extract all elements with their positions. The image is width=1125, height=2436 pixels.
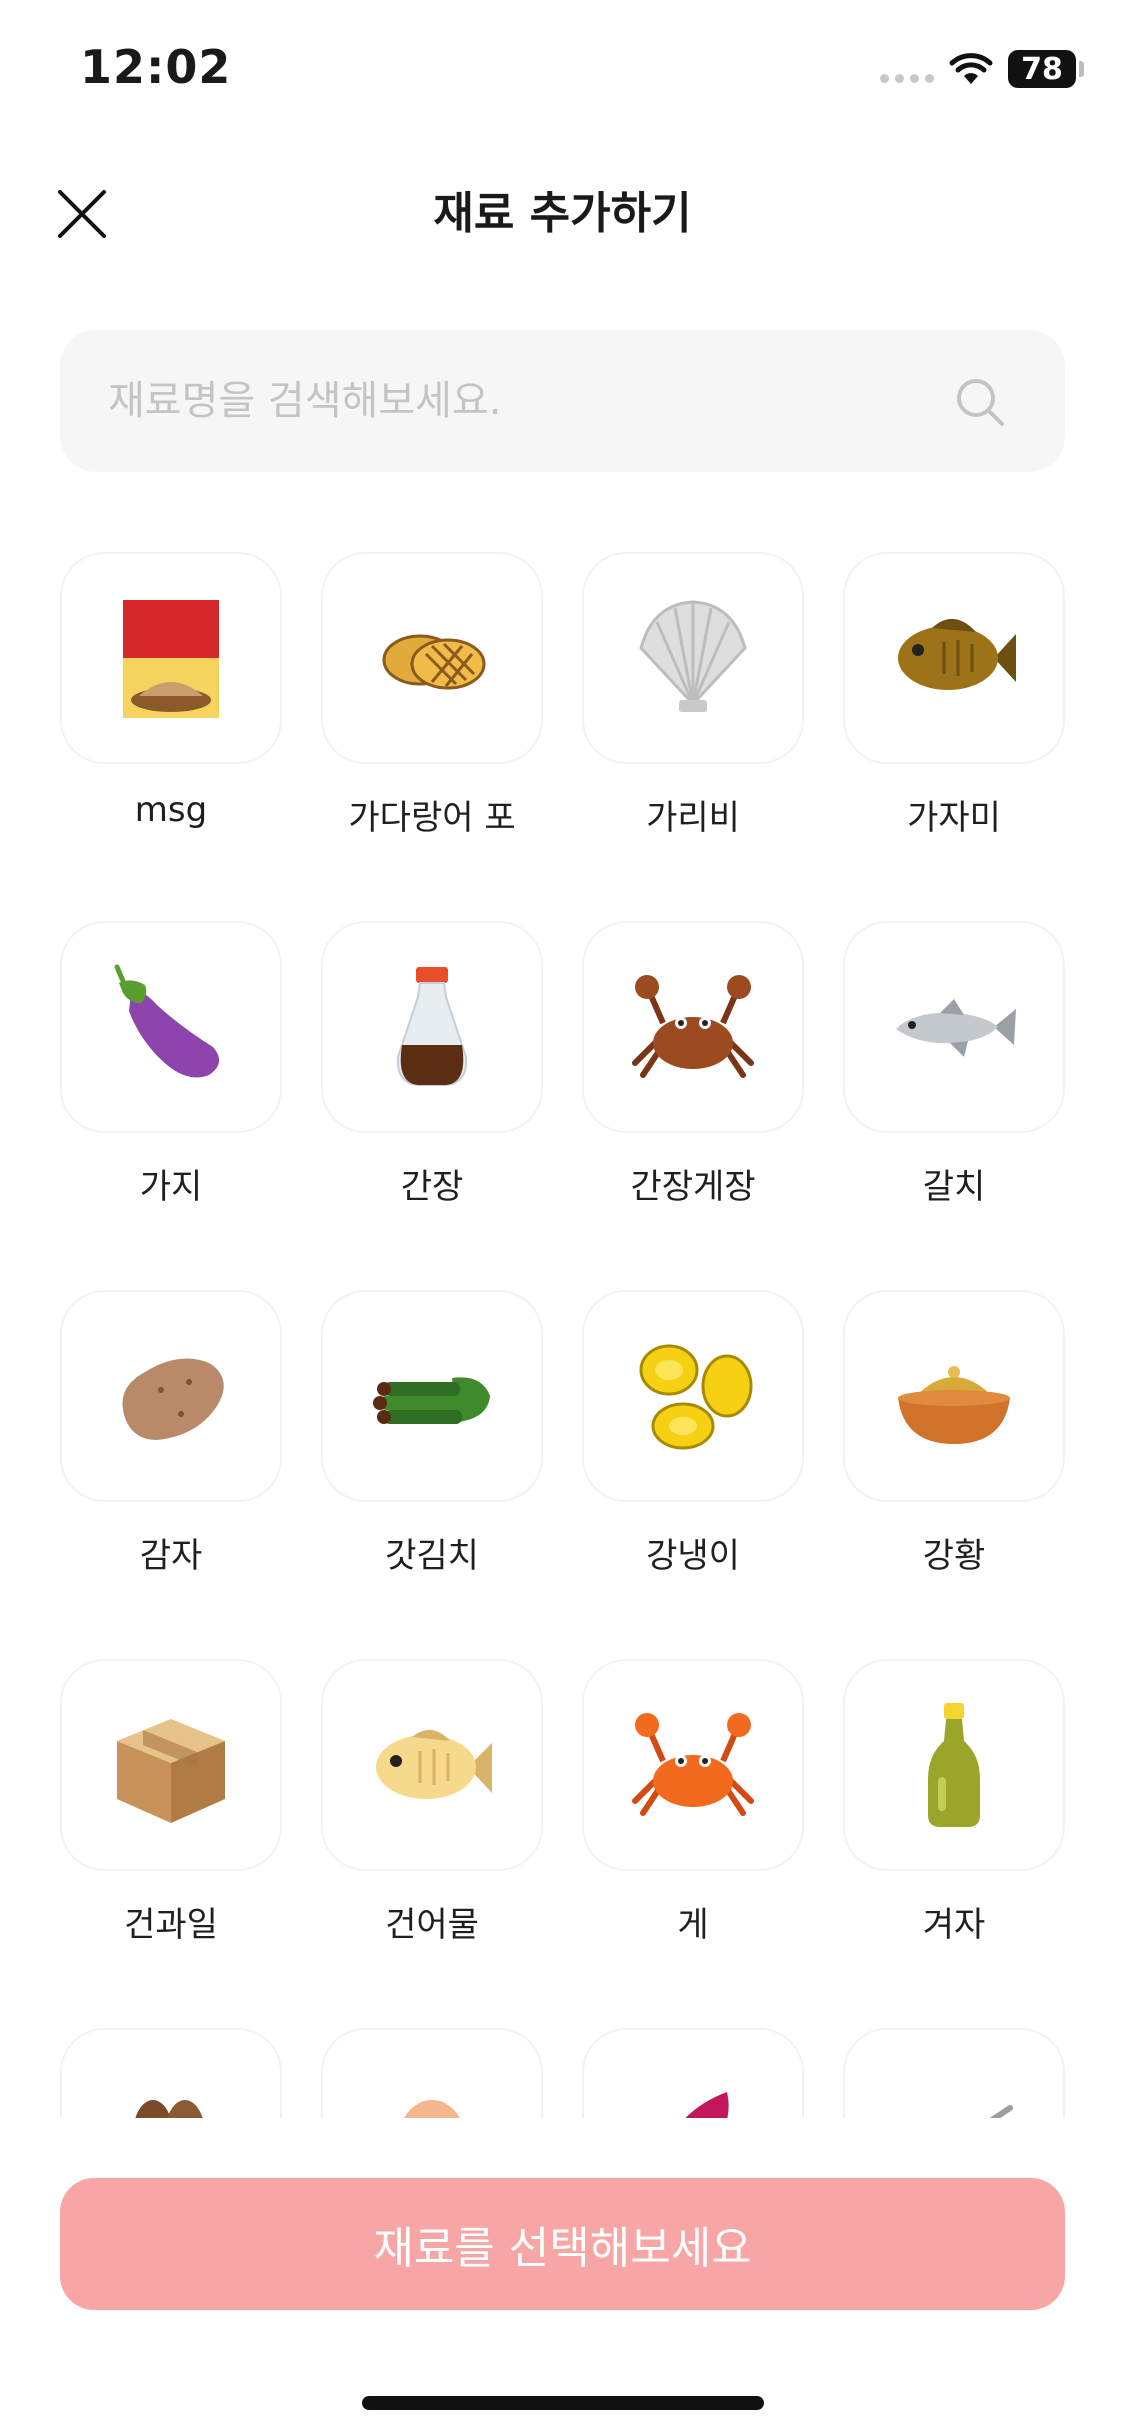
ingredient-label: 게 xyxy=(677,1905,709,1945)
ingredient-tile[interactable] xyxy=(843,921,1065,1133)
ingredient-label: 간장 xyxy=(400,1167,464,1207)
ingredient-label: 가지 xyxy=(139,1167,203,1207)
ingredient-item-hairtail[interactable]: 갈치 xyxy=(843,921,1065,1290)
search-box[interactable] xyxy=(60,330,1065,472)
cellular-signal-icon xyxy=(880,74,934,83)
bowl-icon xyxy=(989,2105,1013,2118)
mustard-bottle-icon xyxy=(928,1703,980,1827)
search-input[interactable] xyxy=(108,330,948,472)
ingredient-tile[interactable] xyxy=(321,921,543,1133)
nut-icon xyxy=(135,2100,203,2118)
ingredient-tile[interactable] xyxy=(60,1290,282,1502)
hairtail-icon xyxy=(896,999,1016,1057)
ingredient-label: 가리비 xyxy=(646,798,740,838)
msg-icon xyxy=(123,600,219,718)
ingredient-item-partial-2[interactable] xyxy=(321,2028,543,2118)
ingredient-item-soy-sauce[interactable]: 간장 xyxy=(321,921,543,1290)
ingredient-item-dried-fruit[interactable]: 건과일 xyxy=(60,1659,282,2028)
ingredient-tile[interactable] xyxy=(321,1659,543,1871)
ingredient-label: 겨자 xyxy=(922,1905,986,1945)
soy-crab-icon xyxy=(632,975,754,1078)
ingredient-tile[interactable] xyxy=(843,2028,1065,2118)
ingredient-item-msg[interactable]: msg xyxy=(60,552,282,921)
wifi-icon xyxy=(949,53,993,84)
dried-fish-icon xyxy=(376,1729,492,1799)
ingredient-tile[interactable] xyxy=(843,1290,1065,1502)
ingredient-label: 강냉이 xyxy=(646,1536,740,1576)
ingredient-tile[interactable] xyxy=(321,2028,543,2118)
flatfish-icon xyxy=(898,618,1016,690)
ingredient-item-partial-3[interactable] xyxy=(582,2028,804,2118)
ingredient-grid: msg 가다랑어 포 가리비 가자미 가지 간장 간장게장 갈치 감자 갓김치 … xyxy=(60,552,1066,2118)
mustard-kimchi-icon xyxy=(373,1377,490,1424)
ingredient-label: msg xyxy=(134,790,208,830)
ingredient-item-dried-fish[interactable]: 건어물 xyxy=(321,1659,543,2028)
ingredient-grid-viewport[interactable]: msg 가다랑어 포 가리비 가자미 가지 간장 간장게장 갈치 감자 갓김치 … xyxy=(0,540,1125,2118)
bonito-flakes-icon xyxy=(382,634,486,690)
ingredient-tile[interactable] xyxy=(582,921,804,1133)
ingredient-tile[interactable] xyxy=(60,552,282,764)
scallop-icon xyxy=(639,600,747,712)
potato-icon xyxy=(122,1358,224,1440)
ingredient-item-flatfish[interactable]: 가자미 xyxy=(843,552,1065,921)
battery-indicator: 78 xyxy=(1008,50,1076,88)
status-bar: 12:02 78 xyxy=(0,0,1125,140)
soy-sauce-icon xyxy=(396,967,468,1086)
crab-icon xyxy=(632,1713,754,1816)
ingredient-label: 강황 xyxy=(922,1536,986,1576)
ingredient-tile[interactable] xyxy=(582,2028,804,2118)
status-time: 12:02 xyxy=(80,40,232,94)
ingredient-tile[interactable] xyxy=(582,552,804,764)
ingredient-item-puffed-corn[interactable]: 강냉이 xyxy=(582,1290,804,1659)
ingredient-label: 감자 xyxy=(139,1536,203,1576)
sweet-potato-icon xyxy=(685,2092,729,2118)
ingredient-tile[interactable] xyxy=(60,2028,282,2118)
box-icon xyxy=(117,1719,225,1823)
ingredient-label: 간장게장 xyxy=(630,1167,756,1207)
ingredient-item-bonito[interactable]: 가다랑어 포 xyxy=(321,552,543,921)
ingredient-item-crab[interactable]: 게 xyxy=(582,1659,804,2028)
ingredient-tile[interactable] xyxy=(582,1659,804,1871)
ingredient-label: 건어물 xyxy=(385,1905,479,1945)
ingredient-label: 건과일 xyxy=(124,1905,218,1945)
ingredient-tile[interactable] xyxy=(321,1290,543,1502)
ingredient-tile[interactable] xyxy=(582,1290,804,1502)
ingredient-item-potato[interactable]: 감자 xyxy=(60,1290,282,1659)
battery-tip xyxy=(1079,61,1084,77)
ingredient-item-partial-4[interactable] xyxy=(843,2028,1065,2118)
ingredient-item-partial-1[interactable] xyxy=(60,2028,282,2118)
ingredient-label: 가다랑어 포 xyxy=(348,798,516,838)
home-indicator xyxy=(362,2396,764,2410)
turmeric-icon xyxy=(898,1366,1010,1444)
page-title: 재료 추가하기 xyxy=(433,188,692,239)
ingredient-tile[interactable] xyxy=(843,552,1065,764)
ingredient-label: 갈치 xyxy=(922,1167,986,1207)
select-ingredients-button[interactable]: 재료를 선택해보세요 xyxy=(60,2178,1065,2310)
ingredient-label: 갓김치 xyxy=(385,1536,479,1576)
ingredient-item-eggplant[interactable]: 가지 xyxy=(60,921,282,1290)
eggplant-icon xyxy=(114,964,220,1078)
ingredient-label: 가자미 xyxy=(907,798,1001,838)
ingredient-item-scallop[interactable]: 가리비 xyxy=(582,552,804,921)
egg-icon xyxy=(404,2100,460,2118)
ingredient-item-soy-crab[interactable]: 간장게장 xyxy=(582,921,804,1290)
ingredient-tile[interactable] xyxy=(843,1659,1065,1871)
search-icon[interactable] xyxy=(952,374,1008,430)
ingredient-tile[interactable] xyxy=(60,1659,282,1871)
ingredient-tile[interactable] xyxy=(321,552,543,764)
ingredient-tile[interactable] xyxy=(60,921,282,1133)
puffed-corn-icon xyxy=(639,1344,753,1450)
ingredient-item-turmeric[interactable]: 강황 xyxy=(843,1290,1065,1659)
ingredient-item-mustard[interactable]: 겨자 xyxy=(843,1659,1065,2028)
ingredient-item-mustard-kimchi[interactable]: 갓김치 xyxy=(321,1290,543,1659)
